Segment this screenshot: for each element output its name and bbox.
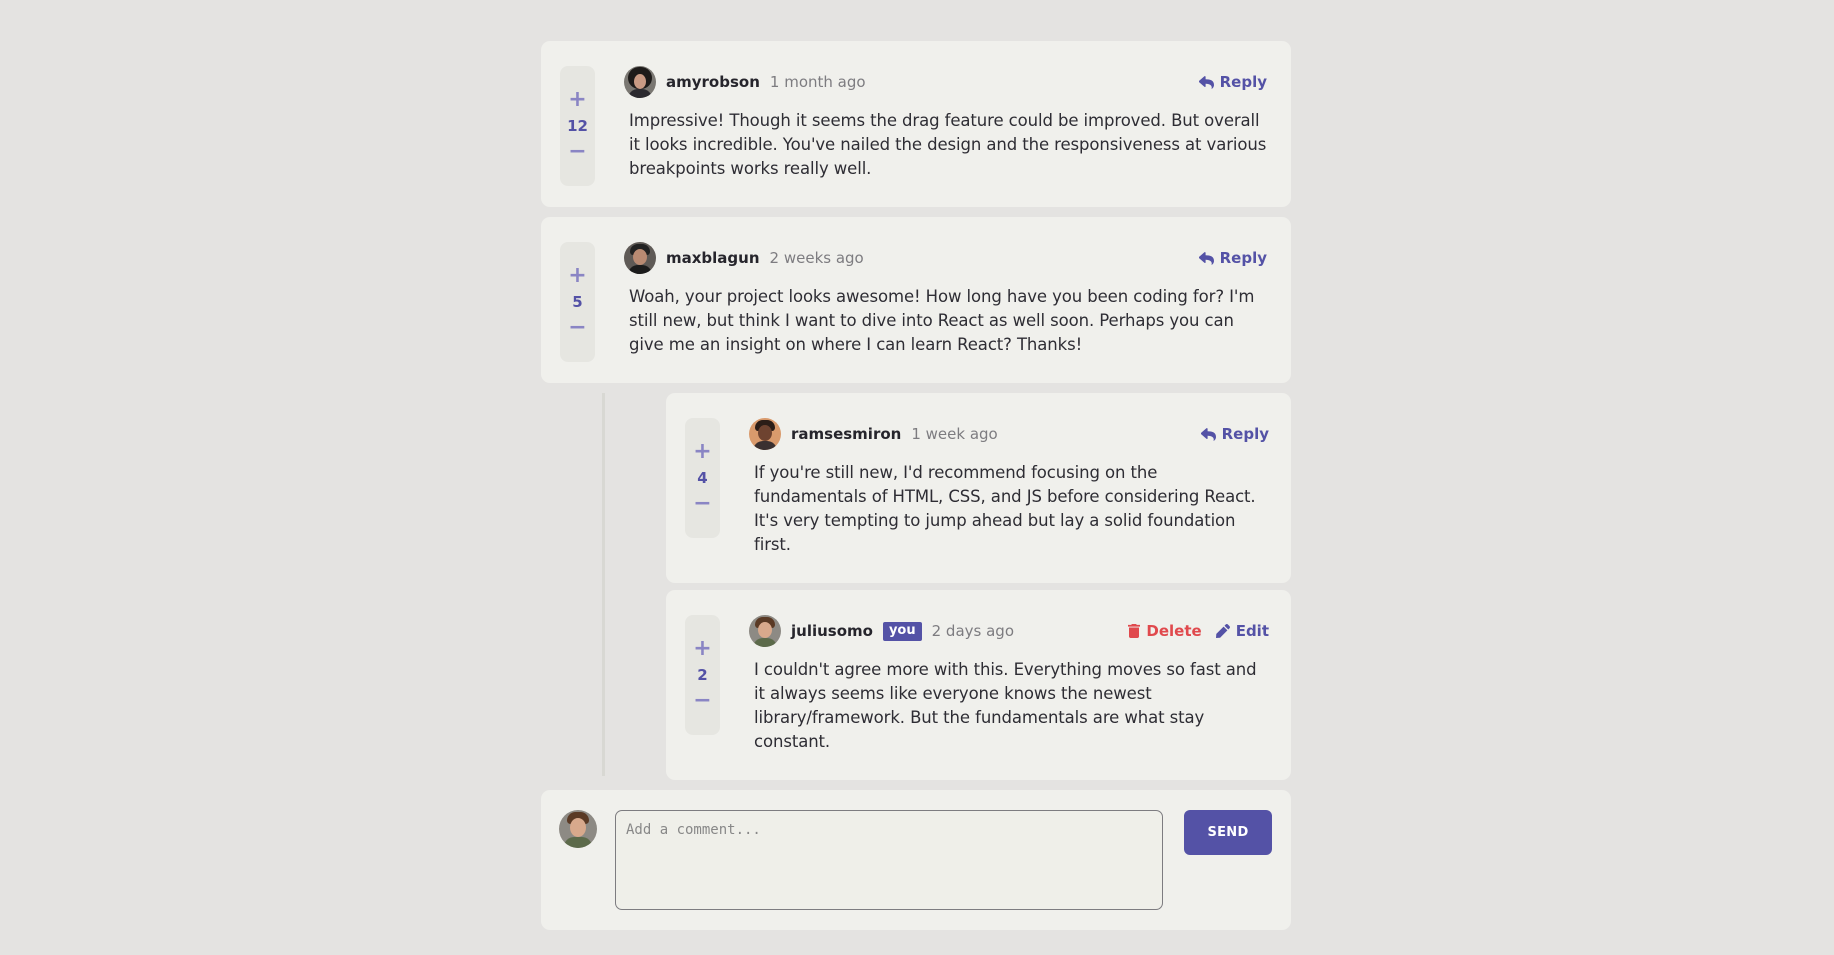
you-badge: you — [882, 621, 922, 641]
avatar — [749, 418, 781, 450]
score-count: 2 — [697, 666, 708, 684]
username[interactable]: amyrobson — [666, 73, 760, 91]
timestamp: 1 week ago — [911, 425, 998, 443]
comment-text: Woah, your project looks awesome! How lo… — [629, 287, 1255, 354]
downvote-button[interactable]: − — [693, 690, 711, 712]
score-count: 12 — [567, 117, 588, 135]
comment-text: Impressive! Though it seems the drag fea… — [629, 111, 1267, 178]
timestamp: 2 weeks ago — [769, 249, 864, 267]
comments-section: + 12 − amyrobson 1 month ago Reply Impre… — [541, 41, 1291, 930]
reply-arrow-icon — [1198, 75, 1214, 89]
comment-text: If you're still new, I'd recommend focus… — [754, 463, 1256, 554]
reply-button[interactable]: Reply — [1200, 425, 1269, 443]
upvote-button[interactable]: + — [693, 441, 711, 463]
comment-actions: Reply — [1198, 73, 1267, 91]
reply-label: Reply — [1221, 425, 1269, 443]
pencil-icon — [1215, 624, 1230, 638]
comment-card: + 12 − amyrobson 1 month ago Reply Impre… — [541, 41, 1291, 207]
send-button[interactable]: SEND — [1184, 810, 1272, 855]
comment-header: juliusomo you 2 days ago Delete Edit — [749, 615, 1269, 647]
vote-control: + 5 − — [560, 242, 595, 362]
reply-button[interactable]: Reply — [1198, 73, 1267, 91]
score-count: 4 — [697, 469, 708, 487]
avatar — [624, 66, 656, 98]
comment-card: + 5 − maxblagun 2 weeks ago Reply Woah, — [541, 217, 1291, 383]
timestamp: 1 month ago — [769, 73, 866, 91]
vote-control: + 12 − — [560, 66, 595, 186]
comment-actions: Delete Edit — [1128, 622, 1269, 640]
edit-button[interactable]: Edit — [1215, 622, 1269, 640]
upvote-button[interactable]: + — [568, 265, 586, 287]
upvote-button[interactable]: + — [568, 89, 586, 111]
username[interactable]: maxblagun — [666, 249, 760, 267]
username[interactable]: juliusomo — [791, 622, 873, 640]
upvote-button[interactable]: + — [693, 638, 711, 660]
avatar — [624, 242, 656, 274]
score-count: 5 — [572, 293, 583, 311]
delete-label: Delete — [1146, 622, 1202, 640]
timestamp: 2 days ago — [931, 622, 1015, 640]
comment-header: ramsesmiron 1 week ago Reply — [749, 418, 1269, 450]
reply-label: Reply — [1219, 73, 1267, 91]
comment-text: I couldn't agree more with this. Everyth… — [754, 660, 1257, 751]
reply-button[interactable]: Reply — [1198, 249, 1267, 267]
comment-header: amyrobson 1 month ago Reply — [624, 66, 1267, 98]
edit-label: Edit — [1235, 622, 1269, 640]
comment-header: maxblagun 2 weeks ago Reply — [624, 242, 1267, 274]
username[interactable]: ramsesmiron — [791, 425, 901, 443]
avatar — [749, 615, 781, 647]
comment-actions: Reply — [1198, 249, 1267, 267]
comment-input[interactable] — [615, 810, 1163, 910]
reply-card: + 2 − juliusomo you 2 days ago Delete Ed… — [666, 590, 1291, 780]
downvote-button[interactable]: − — [568, 141, 586, 163]
reply-arrow-icon — [1200, 427, 1216, 441]
replies-thread: + 4 − ramsesmiron 1 week ago Reply If yo… — [541, 393, 1291, 780]
delete-button[interactable]: Delete — [1128, 622, 1202, 640]
comment-actions: Reply — [1200, 425, 1269, 443]
vote-control: + 2 − — [685, 615, 720, 735]
current-user-avatar — [559, 810, 597, 848]
downvote-button[interactable]: − — [568, 317, 586, 339]
vote-control: + 4 − — [685, 418, 720, 538]
new-comment-form: SEND — [541, 790, 1291, 930]
reply-label: Reply — [1219, 249, 1267, 267]
thread-line — [602, 393, 605, 776]
reply-arrow-icon — [1198, 251, 1214, 265]
trash-icon — [1128, 624, 1141, 638]
downvote-button[interactable]: − — [693, 493, 711, 515]
reply-card: + 4 − ramsesmiron 1 week ago Reply If yo… — [666, 393, 1291, 583]
